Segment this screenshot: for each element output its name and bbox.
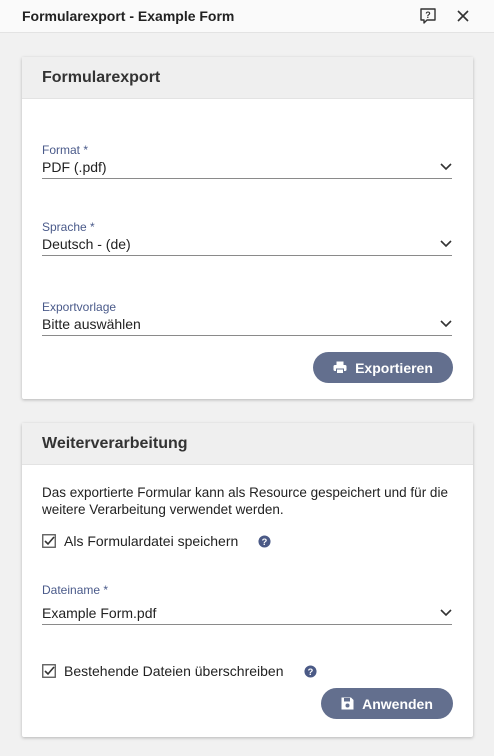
export-card-title: Formularexport bbox=[22, 57, 473, 99]
export-card: Formularexport Format * PDF (.pdf) Sprac… bbox=[22, 57, 473, 399]
feedback-icon[interactable]: ? bbox=[417, 5, 439, 27]
chevron-down-icon bbox=[440, 609, 452, 617]
language-field: Sprache * Deutsch - (de) bbox=[42, 220, 452, 256]
format-value: PDF (.pdf) bbox=[42, 159, 107, 175]
overwrite-label: Bestehende Dateien überschreiben bbox=[64, 663, 284, 679]
processing-card-title: Weiterverarbeitung bbox=[22, 423, 473, 465]
language-select[interactable]: Deutsch - (de) bbox=[42, 236, 452, 256]
filename-select[interactable]: Example Form.pdf bbox=[42, 605, 452, 625]
export-button[interactable]: Exportieren bbox=[313, 352, 453, 383]
language-label: Sprache * bbox=[42, 220, 95, 234]
chevron-down-icon bbox=[440, 163, 452, 171]
save-as-file-checkbox[interactable] bbox=[42, 534, 56, 548]
overwrite-checkbox[interactable] bbox=[42, 664, 56, 678]
overwrite-row: Bestehende Dateien überschreiben ? bbox=[42, 663, 317, 679]
apply-button-label: Anwenden bbox=[362, 695, 433, 712]
processing-card: Weiterverarbeitung Das exportierte Formu… bbox=[22, 423, 473, 737]
format-field: Format * PDF (.pdf) bbox=[42, 143, 452, 179]
window-title: Formularexport - Example Form bbox=[22, 8, 235, 24]
save-as-file-label: Als Formulardatei speichern bbox=[64, 533, 239, 549]
format-select[interactable]: PDF (.pdf) bbox=[42, 159, 452, 179]
svg-text:?: ? bbox=[425, 10, 431, 20]
title-bar: Formularexport - Example Form ? bbox=[0, 0, 494, 33]
filename-value: Example Form.pdf bbox=[42, 605, 157, 621]
language-value: Deutsch - (de) bbox=[42, 236, 131, 252]
save-as-file-row: Als Formulardatei speichern ? bbox=[42, 533, 271, 549]
printer-icon bbox=[333, 361, 347, 374]
processing-description: Das exportierte Formular kann als Resour… bbox=[42, 485, 448, 517]
svg-text:?: ? bbox=[307, 666, 313, 676]
format-label: Format * bbox=[42, 143, 89, 157]
export-button-label: Exportieren bbox=[355, 359, 433, 376]
filename-field: Dateiname * Example Form.pdf bbox=[42, 583, 452, 625]
help-icon[interactable]: ? bbox=[303, 664, 317, 678]
template-value: Bitte auswählen bbox=[42, 316, 141, 332]
template-select[interactable]: Bitte auswählen bbox=[42, 316, 452, 336]
filename-label: Dateiname * bbox=[42, 583, 109, 597]
chevron-down-icon bbox=[440, 240, 452, 248]
svg-text:?: ? bbox=[262, 536, 268, 546]
help-icon[interactable]: ? bbox=[258, 534, 271, 548]
apply-button[interactable]: Anwenden bbox=[321, 688, 453, 719]
template-label: Exportvorlage bbox=[42, 300, 117, 314]
template-field: Exportvorlage Bitte auswählen bbox=[42, 300, 452, 336]
chevron-down-icon bbox=[440, 320, 452, 328]
close-icon[interactable] bbox=[452, 5, 474, 27]
save-icon bbox=[341, 697, 354, 710]
